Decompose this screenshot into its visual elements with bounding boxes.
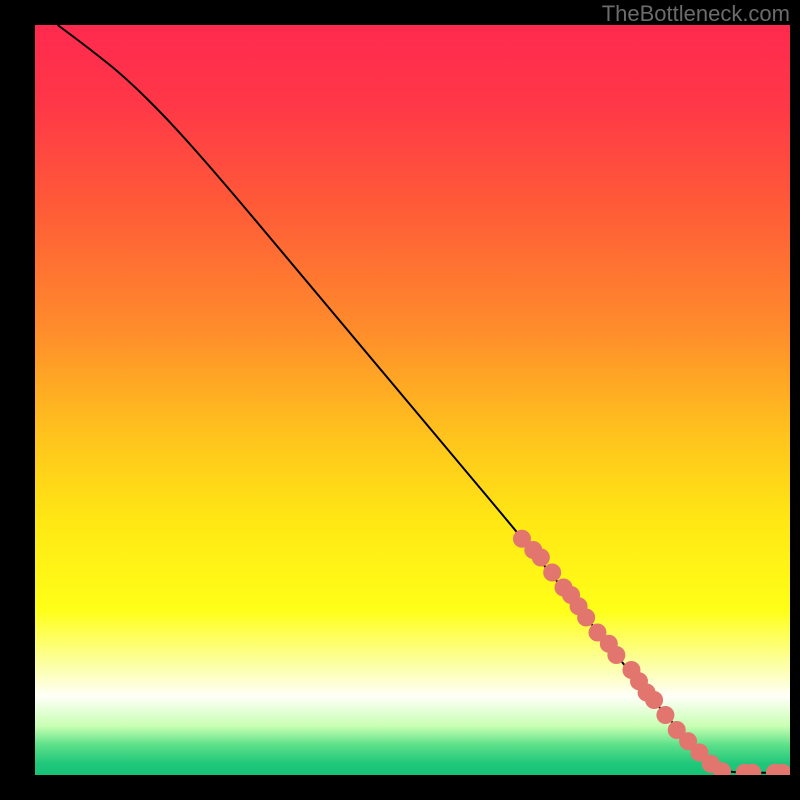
chart-svg	[35, 25, 790, 775]
data-point	[645, 691, 663, 709]
data-point	[607, 646, 625, 664]
data-point	[543, 564, 561, 582]
plot-area	[35, 25, 790, 775]
curve-line	[58, 25, 790, 773]
data-point	[577, 609, 595, 627]
data-point	[656, 706, 674, 724]
watermark-text: TheBottleneck.com	[602, 1, 790, 27]
data-point	[532, 549, 550, 567]
chart-stage: TheBottleneck.com	[0, 0, 800, 800]
